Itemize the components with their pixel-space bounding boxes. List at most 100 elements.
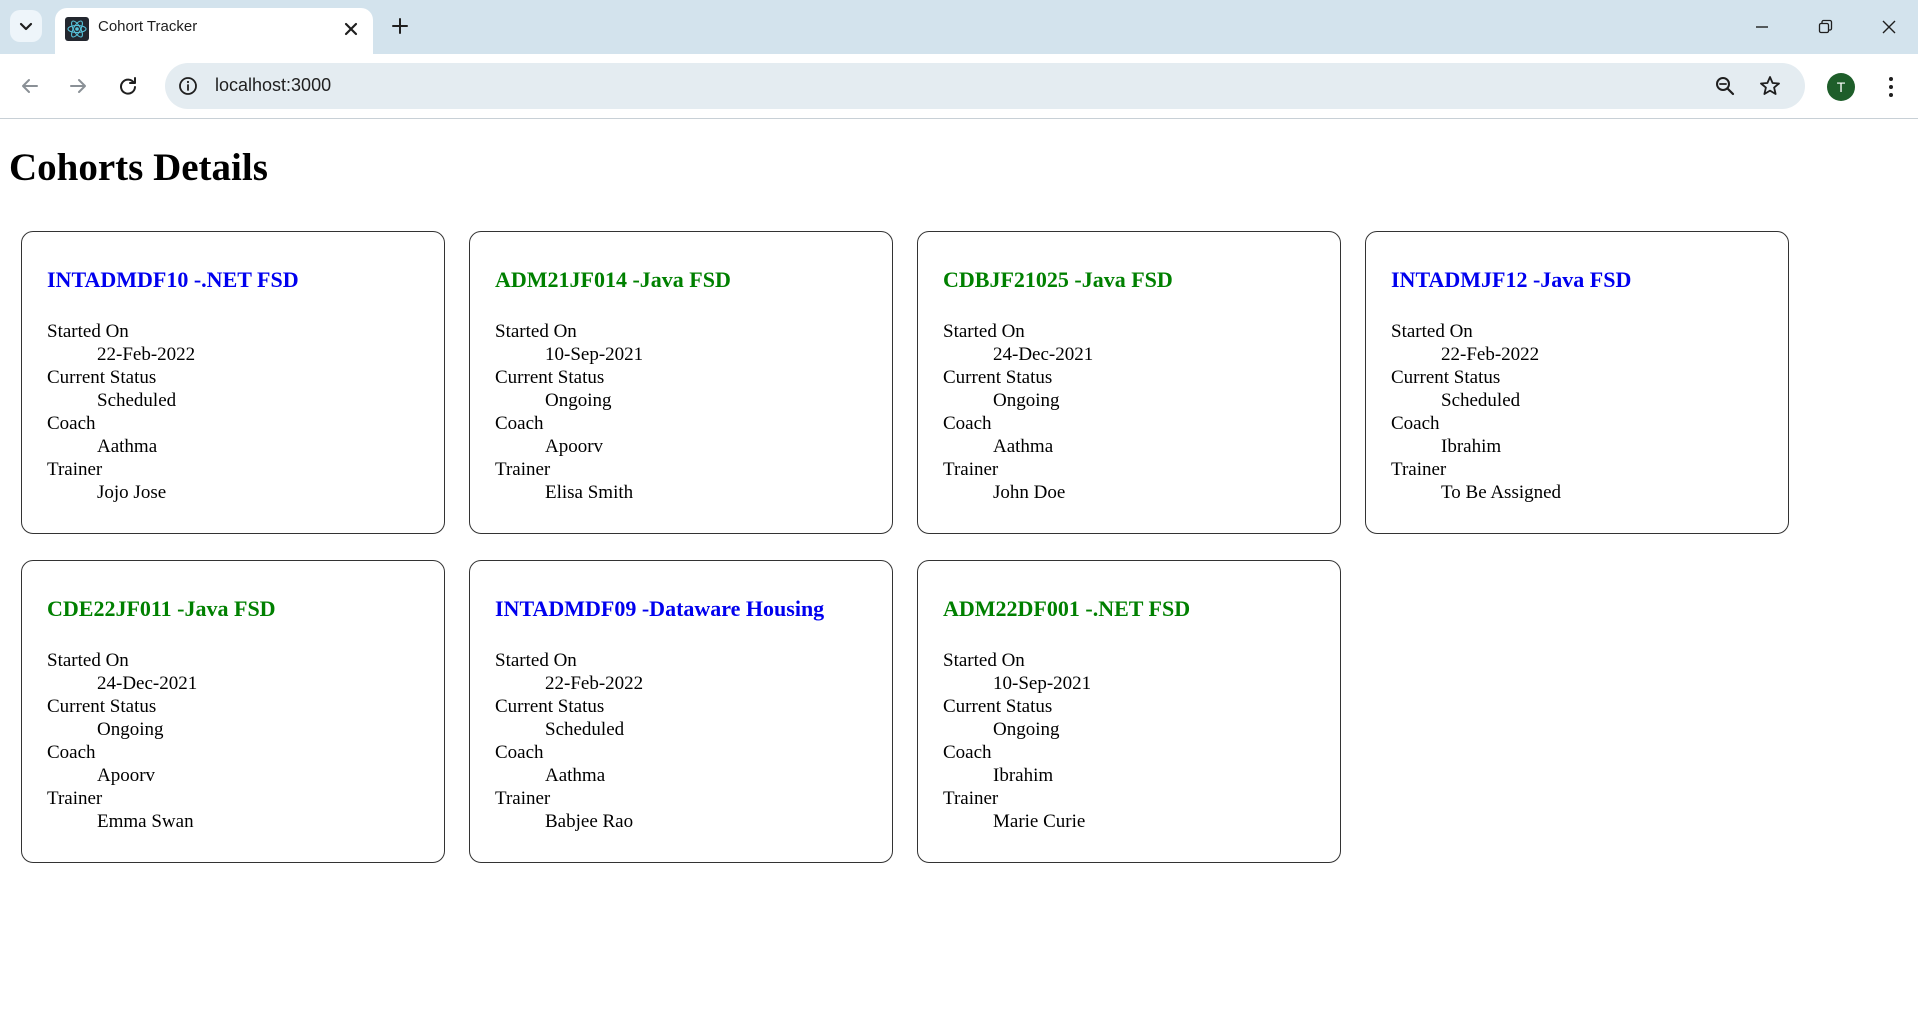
more-options-icon[interactable] [1879,74,1903,100]
coach-value: Ibrahim [993,764,1054,786]
current-status-value: Ongoing [993,718,1060,740]
cohort-title: ADM22DF001 -.NET FSD [943,596,1191,621]
close-window-icon[interactable] [1875,13,1903,41]
current-status-label: Current Status [943,366,1053,388]
page-content: Cohorts Details INTADMDF10 -.NET FSD Sta… [0,119,1918,1012]
browser-tab[interactable]: Cohort Tracker [55,8,373,54]
trainer-label: Trainer [47,458,103,480]
coach-value: Aathma [993,435,1054,457]
trainer-value: Marie Curie [993,810,1086,832]
current-status-label: Current Status [495,366,605,388]
cohort-title: INTADMDF09 -Dataware Housing [495,596,825,621]
cohort-details: Started On 10-Sep-2021 Current Status On… [495,320,868,504]
cohort-details: Started On 24-Dec-2021 Current Status On… [943,320,1316,504]
tab-strip: Cohort Tracker [0,0,1918,54]
cohort-details: Started On 22-Feb-2022 Current Status Sc… [495,649,868,833]
current-status-label: Current Status [47,366,157,388]
started-on-label: Started On [943,320,1025,342]
current-status-value: Scheduled [1441,389,1521,411]
trainer-value: Elisa Smith [545,481,634,503]
cohort-card: INTADMDF09 -Dataware Housing Started On … [469,560,893,863]
trainer-label: Trainer [495,787,551,809]
started-on-value: 10-Sep-2021 [545,343,644,365]
started-on-value: 22-Feb-2022 [97,343,196,365]
trainer-value: Jojo Jose [97,481,167,503]
coach-value: Aathma [545,764,606,786]
trainer-value: John Doe [993,481,1066,503]
cohort-title: ADM21JF014 -Java FSD [495,267,731,292]
coach-label: Coach [495,741,544,763]
current-status-value: Scheduled [97,389,177,411]
page-title: Cohorts Details [9,146,268,189]
coach-value: Apoorv [97,764,156,786]
cohort-grid: INTADMDF10 -.NET FSD Started On 22-Feb-2… [21,231,1801,863]
browser-toolbar: localhost:3000 T [0,54,1918,119]
cohort-title: CDBJF21025 -Java FSD [943,267,1173,292]
started-on-value: 22-Feb-2022 [545,672,644,694]
started-on-label: Started On [943,649,1025,671]
coach-value: Ibrahim [1441,435,1502,457]
cohort-card: INTADMDF10 -.NET FSD Started On 22-Feb-2… [21,231,445,534]
coach-label: Coach [47,412,96,434]
started-on-label: Started On [1391,320,1473,342]
cohort-details: Started On 22-Feb-2022 Current Status Sc… [47,320,420,504]
started-on-label: Started On [495,649,577,671]
current-status-value: Ongoing [993,389,1060,411]
cohort-details: Started On 10-Sep-2021 Current Status On… [943,649,1316,833]
started-on-value: 22-Feb-2022 [1441,343,1540,365]
coach-label: Coach [943,412,992,434]
zoom-icon[interactable] [1713,74,1737,98]
cohort-card: ADM22DF001 -.NET FSD Started On 10-Sep-2… [917,560,1341,863]
current-status-label: Current Status [495,695,605,717]
url-text[interactable]: localhost:3000 [215,75,331,96]
started-on-label: Started On [47,649,129,671]
cohort-card: ADM21JF014 -Java FSD Started On 10-Sep-2… [469,231,893,534]
cohort-card: CDE22JF011 -Java FSD Started On 24-Dec-2… [21,560,445,863]
new-tab-icon[interactable] [388,14,412,38]
current-status-value: Ongoing [545,389,612,411]
coach-label: Coach [1391,412,1440,434]
back-arrow-icon[interactable] [16,72,44,100]
trainer-label: Trainer [495,458,551,480]
cohort-title: INTADMJF12 -Java FSD [1391,267,1632,292]
forward-arrow-icon[interactable] [64,72,92,100]
current-status-value: Ongoing [97,718,164,740]
trainer-value: Emma Swan [97,810,194,832]
current-status-label: Current Status [943,695,1053,717]
react-logo-icon [65,17,89,41]
cohort-title: INTADMDF10 -.NET FSD [47,267,299,292]
profile-avatar[interactable]: T [1827,73,1855,101]
tab-title: Cohort Tracker [98,18,198,35]
started-on-value: 24-Dec-2021 [97,672,198,694]
cohort-title: CDE22JF011 -Java FSD [47,596,276,621]
minimize-icon[interactable] [1748,13,1776,41]
started-on-label: Started On [47,320,129,342]
trainer-value: Babjee Rao [545,810,634,832]
current-status-label: Current Status [1391,366,1501,388]
trainer-value: To Be Assigned [1441,481,1562,503]
started-on-label: Started On [495,320,577,342]
started-on-value: 24-Dec-2021 [993,343,1094,365]
trainer-label: Trainer [943,787,999,809]
restore-icon[interactable] [1811,13,1839,41]
cohort-card: CDBJF21025 -Java FSD Started On 24-Dec-2… [917,231,1341,534]
site-info-icon[interactable] [177,75,199,97]
cohort-details: Started On 24-Dec-2021 Current Status On… [47,649,420,833]
started-on-value: 10-Sep-2021 [993,672,1092,694]
chevron-down-icon [19,22,33,31]
current-status-label: Current Status [47,695,157,717]
reload-icon[interactable] [114,72,142,100]
current-status-value: Scheduled [545,718,625,740]
coach-label: Coach [47,741,96,763]
tab-search-button[interactable] [10,10,42,42]
coach-value: Apoorv [545,435,604,457]
address-bar[interactable]: localhost:3000 [165,63,1805,109]
cohort-details: Started On 22-Feb-2022 Current Status Sc… [1391,320,1764,504]
close-tab-icon[interactable] [341,19,361,39]
coach-label: Coach [943,741,992,763]
trainer-label: Trainer [47,787,103,809]
trainer-label: Trainer [1391,458,1447,480]
trainer-label: Trainer [943,458,999,480]
bookmark-star-icon[interactable] [1758,74,1782,98]
coach-label: Coach [495,412,544,434]
